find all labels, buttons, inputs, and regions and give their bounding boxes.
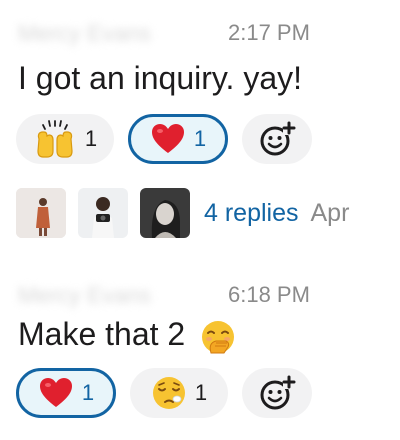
add-reaction-button[interactable] — [242, 114, 312, 164]
sender-name[interactable]: Mercy Evans — [18, 20, 151, 47]
message-text: Make that 2 — [18, 316, 236, 355]
reaction-red-heart[interactable]: 1 — [128, 114, 228, 164]
message-list: Mercy Evans 2:17 PM I got an inquiry. ya… — [0, 0, 400, 440]
avatar — [78, 188, 128, 238]
face-with-hand-over-mouth-icon — [202, 320, 235, 354]
replies-link[interactable]: 4 replies — [204, 199, 299, 228]
reactions-bar: 1 1 — [16, 114, 312, 164]
message-header: Mercy Evans 2:17 PM — [18, 10, 400, 50]
add-reaction-icon — [260, 375, 296, 410]
reactions-bar: 1 1 — [16, 368, 312, 418]
avatar — [16, 188, 66, 238]
reaction-raising-hands[interactable]: 1 — [16, 114, 114, 164]
timestamp[interactable]: 6:18 PM — [228, 282, 310, 308]
reaction-count: 1 — [84, 126, 98, 151]
thread-summary[interactable]: 4 replies Apr — [16, 186, 349, 240]
add-reaction-icon — [260, 121, 296, 156]
reaction-count: 1 — [81, 380, 95, 405]
add-reaction-button[interactable] — [242, 368, 312, 418]
last-reply-date: Apr — [310, 198, 350, 227]
reaction-sleepy-face[interactable]: 1 — [130, 368, 228, 418]
avatar — [140, 188, 190, 238]
message-text: I got an inquiry. yay! — [18, 60, 302, 96]
message-text-content: Make that 2 — [18, 316, 186, 352]
sleepy-face-icon — [152, 377, 185, 409]
timestamp[interactable]: 2:17 PM — [228, 20, 310, 46]
reaction-red-heart[interactable]: 1 — [16, 368, 116, 418]
sender-name[interactable]: Mercy Evans — [18, 282, 151, 309]
message-header: Mercy Evans 6:18 PM — [18, 272, 400, 312]
reaction-count: 1 — [193, 126, 207, 151]
red-heart-icon — [39, 378, 72, 407]
raising-hands-icon — [37, 120, 73, 158]
red-heart-icon — [151, 124, 184, 153]
reaction-count: 1 — [194, 380, 208, 405]
